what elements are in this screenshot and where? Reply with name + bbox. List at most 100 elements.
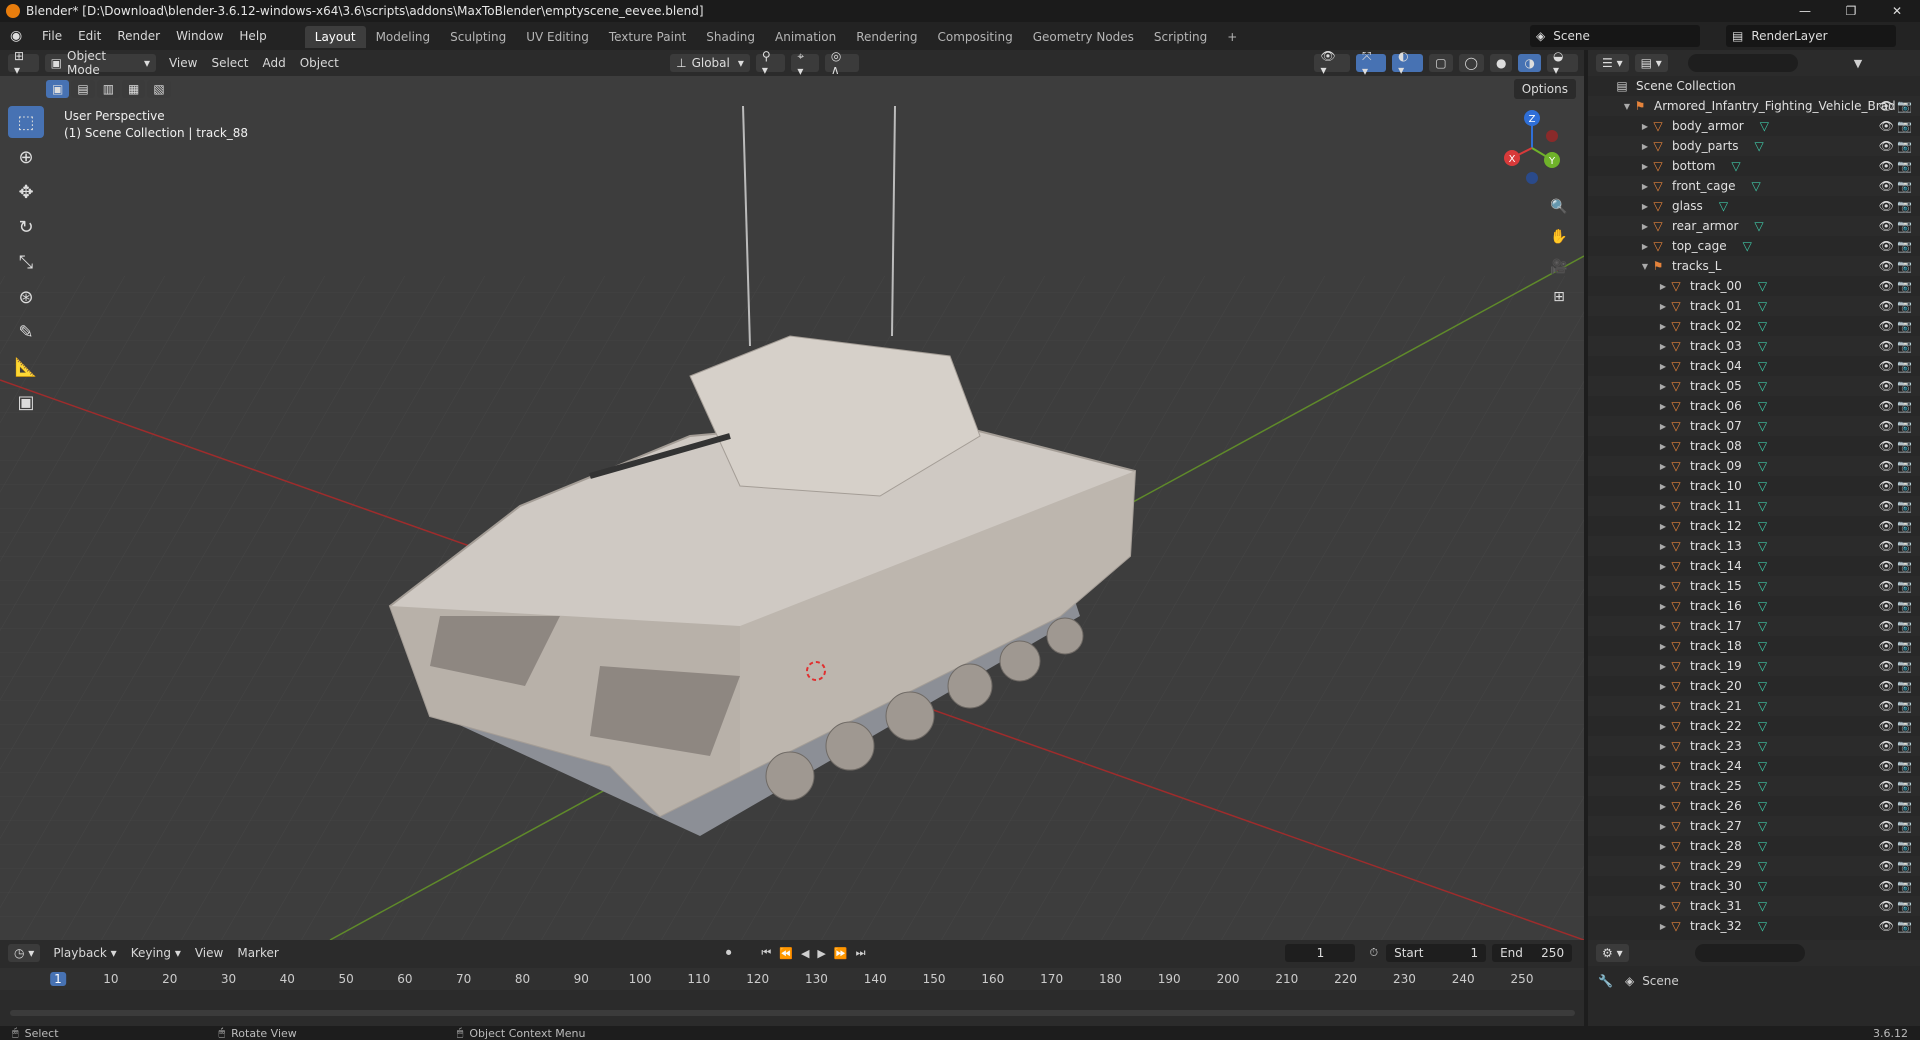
- outliner-track[interactable]: ▶ ▽ track_19 ▽ 👁 📷: [1588, 656, 1920, 676]
- tab-rendering[interactable]: Rendering: [846, 26, 927, 48]
- properties-search-input[interactable]: [1694, 944, 1805, 962]
- camera-view-icon[interactable]: 🎥: [1546, 254, 1572, 280]
- outliner-track[interactable]: ▶ ▽ track_17 ▽ 👁 📷: [1588, 616, 1920, 636]
- select-box-tool-icon[interactable]: ⬚: [8, 106, 44, 138]
- menu-add[interactable]: Add: [256, 56, 293, 70]
- visibility-eye-icon[interactable]: 👁: [1879, 859, 1894, 873]
- jump-keyframe-forward-icon[interactable]: ⏩: [834, 947, 848, 960]
- render-camera-icon[interactable]: 📷: [1897, 539, 1912, 553]
- visibility-eye-icon[interactable]: 👁: [1879, 359, 1894, 373]
- outliner-object[interactable]: ▶ ▽ body_armor ▽ 👁 📷: [1588, 116, 1920, 136]
- outliner-track[interactable]: ▶ ▽ track_01 ▽ 👁 📷: [1588, 296, 1920, 316]
- outliner-track[interactable]: ▶ ▽ track_24 ▽ 👁 📷: [1588, 756, 1920, 776]
- menu-render[interactable]: Render: [109, 22, 168, 50]
- render-camera-icon[interactable]: 📷: [1897, 859, 1912, 873]
- expand-toggle-icon[interactable]: ▶: [1640, 122, 1650, 131]
- overlay-toggle-button[interactable]: ◐ ▾: [1392, 49, 1424, 77]
- expand-toggle-icon[interactable]: ▶: [1658, 422, 1668, 431]
- expand-toggle-icon[interactable]: ▶: [1658, 742, 1668, 751]
- render-camera-icon[interactable]: 📷: [1897, 379, 1912, 393]
- render-camera-icon[interactable]: 📷: [1897, 239, 1912, 253]
- expand-toggle-icon[interactable]: ▶: [1658, 922, 1668, 931]
- menu-playback[interactable]: Playback ▾: [46, 946, 123, 960]
- expand-toggle-icon[interactable]: ▶: [1640, 242, 1650, 251]
- expand-toggle-icon[interactable]: ▼: [1640, 262, 1650, 271]
- outliner-track[interactable]: ▶ ▽ track_00 ▽ 👁 📷: [1588, 276, 1920, 296]
- outliner-track[interactable]: ▶ ▽ track_16 ▽ 👁 📷: [1588, 596, 1920, 616]
- visibility-eye-icon[interactable]: 👁: [1879, 319, 1894, 333]
- visibility-eye-icon[interactable]: 👁: [1879, 919, 1894, 933]
- navigation-gizmo[interactable]: Z X Y: [1492, 108, 1572, 188]
- select-invert-icon[interactable]: ▦: [122, 80, 146, 98]
- render-camera-icon[interactable]: 📷: [1897, 879, 1912, 893]
- tab-scripting[interactable]: Scripting: [1144, 26, 1217, 48]
- render-camera-icon[interactable]: 📷: [1897, 319, 1912, 333]
- vehicle-model[interactable]: [0, 76, 1584, 940]
- play-icon[interactable]: ▶: [817, 947, 825, 960]
- visibility-eye-icon[interactable]: 👁: [1879, 179, 1894, 193]
- expand-toggle-icon[interactable]: ▶: [1658, 442, 1668, 451]
- render-camera-icon[interactable]: 📷: [1897, 199, 1912, 213]
- expand-toggle-icon[interactable]: ▶: [1658, 462, 1668, 471]
- select-intersect-icon[interactable]: ▧: [147, 80, 171, 98]
- outliner-object[interactable]: ▶ ▽ glass ▽ 👁 📷: [1588, 196, 1920, 216]
- outliner-track[interactable]: ▶ ▽ track_15 ▽ 👁 📷: [1588, 576, 1920, 596]
- render-camera-icon[interactable]: 📷: [1897, 119, 1912, 133]
- expand-toggle-icon[interactable]: ▶: [1658, 302, 1668, 311]
- visibility-eye-icon[interactable]: 👁: [1879, 519, 1894, 533]
- expand-toggle-icon[interactable]: ▶: [1658, 662, 1668, 671]
- render-camera-icon[interactable]: 📷: [1897, 599, 1912, 613]
- outliner-track[interactable]: ▶ ▽ track_32 ▽ 👁 📷: [1588, 916, 1920, 936]
- render-camera-icon[interactable]: 📷: [1897, 619, 1912, 633]
- render-camera-icon[interactable]: 📷: [1897, 679, 1912, 693]
- tab-shading[interactable]: Shading: [696, 26, 765, 48]
- start-frame-field[interactable]: Start 1: [1386, 944, 1487, 962]
- frame-ruler[interactable]: 1 10 20 30 40 50 60 70 80 90 100 110 120 130 140 150 160…: [0, 968, 1584, 990]
- menu-select[interactable]: Select: [204, 56, 255, 70]
- visibility-eye-icon[interactable]: 👁: [1879, 599, 1894, 613]
- visibility-eye-icon[interactable]: 👁: [1879, 139, 1894, 153]
- outliner-track[interactable]: ▶ ▽ track_23 ▽ 👁 📷: [1588, 736, 1920, 756]
- render-camera-icon[interactable]: 📷: [1897, 259, 1912, 273]
- render-camera-icon[interactable]: 📷: [1897, 399, 1912, 413]
- render-camera-icon[interactable]: 📷: [1897, 279, 1912, 293]
- outliner-track[interactable]: ▶ ▽ track_11 ▽ 👁 📷: [1588, 496, 1920, 516]
- outliner-track[interactable]: ▶ ▽ track_10 ▽ 👁 📷: [1588, 476, 1920, 496]
- scale-tool-icon[interactable]: ⤡: [8, 246, 44, 278]
- render-camera-icon[interactable]: 📷: [1897, 159, 1912, 173]
- timeline-editor-icon[interactable]: ◷ ▾: [8, 944, 41, 962]
- render-camera-icon[interactable]: 📷: [1897, 899, 1912, 913]
- scene-selector[interactable]: ◈ Scene: [1530, 25, 1700, 47]
- visibility-eye-icon[interactable]: 👁: [1879, 619, 1894, 633]
- tab-layout[interactable]: Layout: [304, 26, 366, 48]
- expand-toggle-icon[interactable]: ▶: [1658, 642, 1668, 651]
- render-camera-icon[interactable]: 📷: [1897, 139, 1912, 153]
- select-extend-icon[interactable]: ▤: [71, 80, 95, 98]
- render-camera-icon[interactable]: 📷: [1897, 919, 1912, 933]
- current-frame-field[interactable]: 1: [1285, 944, 1356, 962]
- shading-wireframe-button[interactable]: ◯: [1458, 54, 1484, 72]
- outliner-track[interactable]: ▶ ▽ track_05 ▽ 👁 📷: [1588, 376, 1920, 396]
- view-layer-selector[interactable]: ▤ RenderLayer: [1726, 25, 1896, 47]
- outliner-track[interactable]: ▶ ▽ track_29 ▽ 👁 📷: [1588, 856, 1920, 876]
- expand-toggle-icon[interactable]: ▶: [1658, 502, 1668, 511]
- expand-toggle-icon[interactable]: ▶: [1658, 402, 1668, 411]
- menu-view[interactable]: View: [162, 56, 204, 70]
- measure-tool-icon[interactable]: 📐: [8, 351, 44, 383]
- expand-toggle-icon[interactable]: ▶: [1658, 702, 1668, 711]
- expand-toggle-icon[interactable]: ▶: [1658, 762, 1668, 771]
- render-camera-icon[interactable]: 📷: [1897, 699, 1912, 713]
- render-camera-icon[interactable]: 📷: [1897, 339, 1912, 353]
- visibility-eye-icon[interactable]: 👁: [1879, 739, 1894, 753]
- mode-selector[interactable]: ▣ Object Mode ▾: [44, 49, 156, 77]
- render-camera-icon[interactable]: 📷: [1897, 439, 1912, 453]
- menu-timeline-view[interactable]: View: [188, 946, 230, 960]
- tab-animation[interactable]: Animation: [765, 26, 846, 48]
- visibility-eye-icon[interactable]: 👁: [1879, 879, 1894, 893]
- add-cube-tool-icon[interactable]: ▣: [8, 386, 44, 418]
- visibility-eye-icon[interactable]: 👁: [1879, 819, 1894, 833]
- outliner-track[interactable]: ▶ ▽ track_27 ▽ 👁 📷: [1588, 816, 1920, 836]
- render-camera-icon[interactable]: 📷: [1897, 799, 1912, 813]
- visibility-eye-icon[interactable]: 👁: [1879, 759, 1894, 773]
- visibility-eye-icon[interactable]: 👁: [1879, 899, 1894, 913]
